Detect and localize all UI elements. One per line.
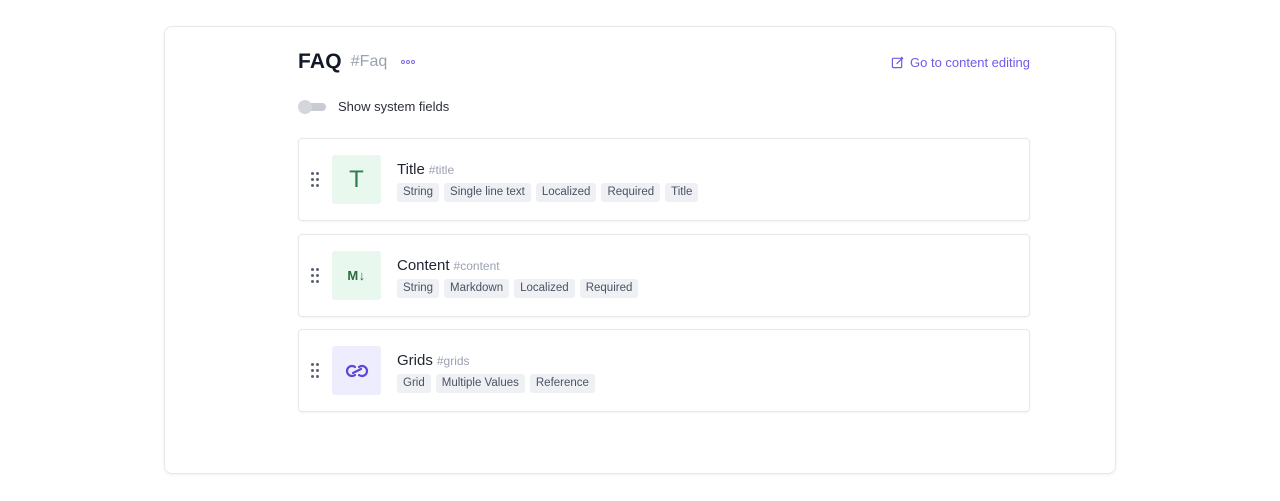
field-row-content[interactable]: M↓ Content #content String Markdown Loca… <box>298 234 1030 317</box>
field-row-grids[interactable]: Grids #grids Grid Multiple Values Refere… <box>298 329 1030 412</box>
drag-handle-icon[interactable] <box>311 172 319 188</box>
reference-link-icon <box>332 346 381 395</box>
field-tag: Localized <box>514 279 575 298</box>
field-api-id: #content <box>453 259 500 273</box>
field-info: Title #title String Single line text Loc… <box>397 161 699 202</box>
field-tag: Markdown <box>444 279 510 298</box>
drag-handle-icon[interactable] <box>311 363 319 379</box>
schema-card: FAQ #Faq Go to content editing Show syst… <box>164 26 1116 474</box>
model-header: FAQ #Faq Go to content editing <box>298 47 1030 77</box>
field-api-id: #title <box>428 163 455 177</box>
field-name: Title <box>397 161 425 178</box>
field-tag: Required <box>601 183 661 202</box>
text-type-icon: T <box>332 155 381 204</box>
field-tag: Reference <box>529 374 595 393</box>
system-fields-toggle[interactable] <box>298 99 326 114</box>
field-name: Grids <box>397 352 433 369</box>
field-tag: Localized <box>535 183 597 202</box>
edit-icon <box>891 56 904 68</box>
field-info: Content #content String Markdown Localiz… <box>397 257 639 298</box>
field-tags: String Markdown Localized Required <box>397 279 639 298</box>
field-tag: Title <box>665 183 699 202</box>
more-dots-icon[interactable] <box>401 47 416 77</box>
system-fields-label: Show system fields <box>338 99 450 114</box>
model-title: FAQ <box>298 50 342 73</box>
field-tags: Grid Multiple Values Reference <box>397 374 595 393</box>
field-tags: String Single line text Localized Requir… <box>397 183 699 202</box>
field-tag: Grid <box>397 374 431 393</box>
go-to-content-editing-label: Go to content editing <box>910 54 1030 70</box>
field-row-title[interactable]: T Title #title String Single line text L… <box>298 138 1030 221</box>
field-info: Grids #grids Grid Multiple Values Refere… <box>397 352 595 393</box>
markdown-icon: M↓ <box>332 251 381 300</box>
field-tag: Single line text <box>444 183 531 202</box>
field-api-id: #grids <box>436 354 470 368</box>
field-tag: Required <box>579 279 639 298</box>
field-tag: String <box>397 183 440 202</box>
field-name: Content <box>397 257 450 274</box>
field-tag: String <box>397 279 440 298</box>
drag-handle-icon[interactable] <box>311 268 319 284</box>
system-fields-toggle-row: Show system fields <box>298 99 449 114</box>
model-api-id: #Faq <box>350 53 388 70</box>
go-to-content-editing-link[interactable]: Go to content editing <box>891 55 1030 70</box>
field-tag: Multiple Values <box>435 374 525 393</box>
